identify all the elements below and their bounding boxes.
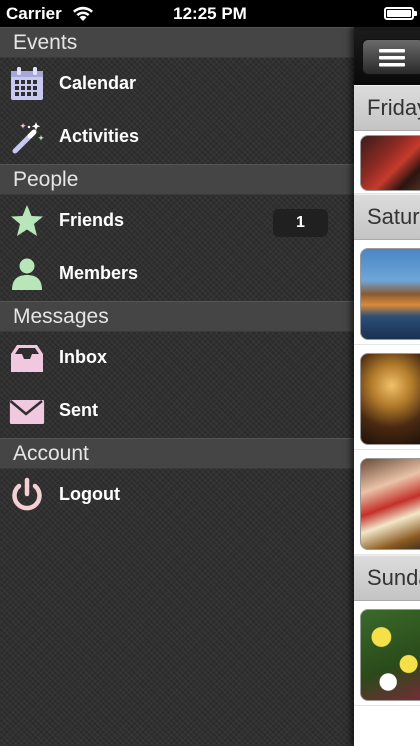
menu-item-label: Logout <box>59 484 120 504</box>
menu-item-label: Friends <box>59 210 125 230</box>
dance-party-photo <box>360 135 420 191</box>
nav-bar <box>354 27 420 85</box>
battery-icon <box>384 7 417 20</box>
event-row[interactable] <box>354 240 420 345</box>
menu-item-label: Activities <box>59 126 140 146</box>
menu-item-label: Members <box>59 263 139 283</box>
menu-toggle-button[interactable] <box>362 39 420 75</box>
menu-item-calendar[interactable]: Calendar <box>0 58 354 111</box>
day-header-sunday: Sunday <box>354 555 420 601</box>
clock: 12:25 PM <box>173 4 247 23</box>
person-icon <box>12 258 42 290</box>
carousel-photo <box>360 353 420 445</box>
menu-item-activities[interactable]: Activities <box>0 111 354 164</box>
menu-item-label: Sent <box>59 400 99 420</box>
section-header-people: People <box>0 164 354 195</box>
section-header-events: Events <box>0 27 354 58</box>
event-row[interactable] <box>354 131 420 194</box>
events-panel[interactable]: Friday Saturday Sunday <box>354 27 420 746</box>
menu-item-members[interactable]: Members <box>0 248 354 301</box>
envelope-icon <box>9 400 45 424</box>
menu-item-logout[interactable]: Logout <box>0 469 354 522</box>
event-row[interactable] <box>354 345 420 450</box>
menu-item-friends[interactable]: Friends 1 <box>0 195 354 248</box>
power-icon <box>12 477 42 511</box>
hamburger-icon <box>379 49 405 67</box>
menu-item-sent[interactable]: Sent <box>0 385 354 438</box>
flowers-photo <box>360 609 420 701</box>
menu-item-inbox[interactable]: Inbox <box>0 332 354 385</box>
menu-item-label: Calendar <box>59 73 137 93</box>
star-icon <box>11 205 43 236</box>
day-header-friday: Friday <box>354 85 420 131</box>
status-bar: Carrier 12:25 PM <box>0 0 420 27</box>
bridge-night-photo <box>360 248 420 340</box>
side-menu: Events Calendar Activities People Friend… <box>0 27 354 746</box>
menu-item-label: Inbox <box>59 347 107 367</box>
friends-count-badge: 1 <box>273 209 328 237</box>
inbox-tray-icon <box>11 345 43 372</box>
event-row[interactable] <box>354 450 420 555</box>
day-header-saturday: Saturday <box>354 194 420 240</box>
event-row[interactable] <box>354 601 420 706</box>
calendar-icon <box>11 67 43 100</box>
oktoberfest-photo <box>360 458 420 550</box>
section-header-messages: Messages <box>0 301 354 332</box>
section-header-account: Account <box>0 438 354 469</box>
magic-wand-icon <box>12 122 44 154</box>
